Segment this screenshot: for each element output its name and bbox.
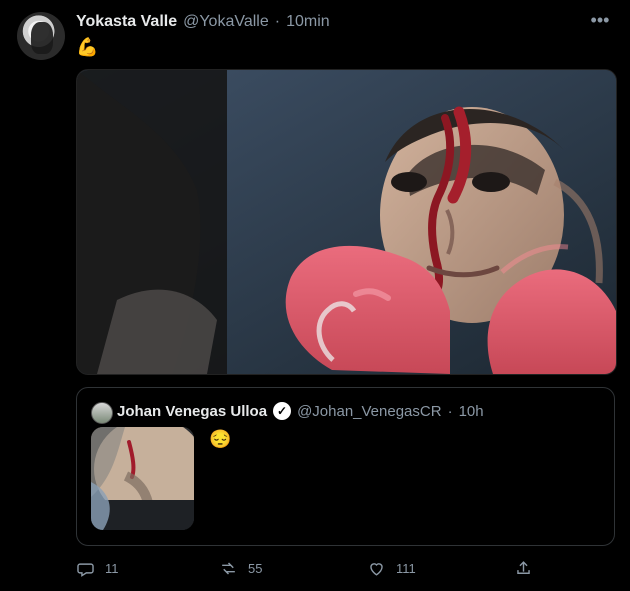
quoted-tweet-header: Johan Venegas Ulloa ✓ @Johan_VenegasCR ·… <box>117 402 484 420</box>
quoted-tweet-image[interactable] <box>91 427 194 530</box>
author-name[interactable]: Yokasta Valle <box>76 13 177 31</box>
head-injury-photo <box>91 427 194 530</box>
tweet-text: 💪 <box>76 37 99 57</box>
author-handle[interactable]: @YokaValle <box>183 13 269 31</box>
quoted-tweet-text: 😔 <box>209 429 232 449</box>
quoted-time-separator: · <box>447 402 453 420</box>
tweet-actions: 11 55 111 <box>76 552 604 584</box>
quoted-author-name[interactable]: Johan Venegas Ulloa <box>117 403 267 420</box>
like-count: 111 <box>396 560 416 576</box>
tweet-media[interactable] <box>76 69 617 375</box>
quoted-tweet[interactable]: Johan Venegas Ulloa ✓ @Johan_VenegasCR ·… <box>76 387 615 546</box>
author-avatar[interactable] <box>17 12 65 60</box>
retweet-icon <box>222 561 235 575</box>
share-icon <box>517 560 530 574</box>
share-button[interactable] <box>514 559 533 578</box>
time-separator: · <box>274 13 281 30</box>
quoted-tweet-time[interactable]: 10h <box>459 403 484 420</box>
reply-button[interactable]: 11 <box>76 559 219 578</box>
retweet-count: 55 <box>248 560 263 576</box>
quoted-author-avatar[interactable] <box>91 402 113 424</box>
verified-icon: ✓ <box>273 402 292 420</box>
tweet-header: Yokasta Valle @YokaValle · 10min <box>76 10 330 34</box>
reply-count: 11 <box>105 560 119 576</box>
retweet-button[interactable]: 55 <box>219 559 367 578</box>
like-button[interactable]: 111 <box>367 559 514 578</box>
quoted-author-handle[interactable]: @Johan_VenegasCR <box>297 403 442 420</box>
heart-icon <box>370 562 383 576</box>
tweet-time[interactable]: 10min <box>286 13 330 31</box>
reply-icon <box>77 562 94 577</box>
more-icon[interactable]: ••• <box>586 10 614 34</box>
boxer-photo <box>77 70 616 374</box>
